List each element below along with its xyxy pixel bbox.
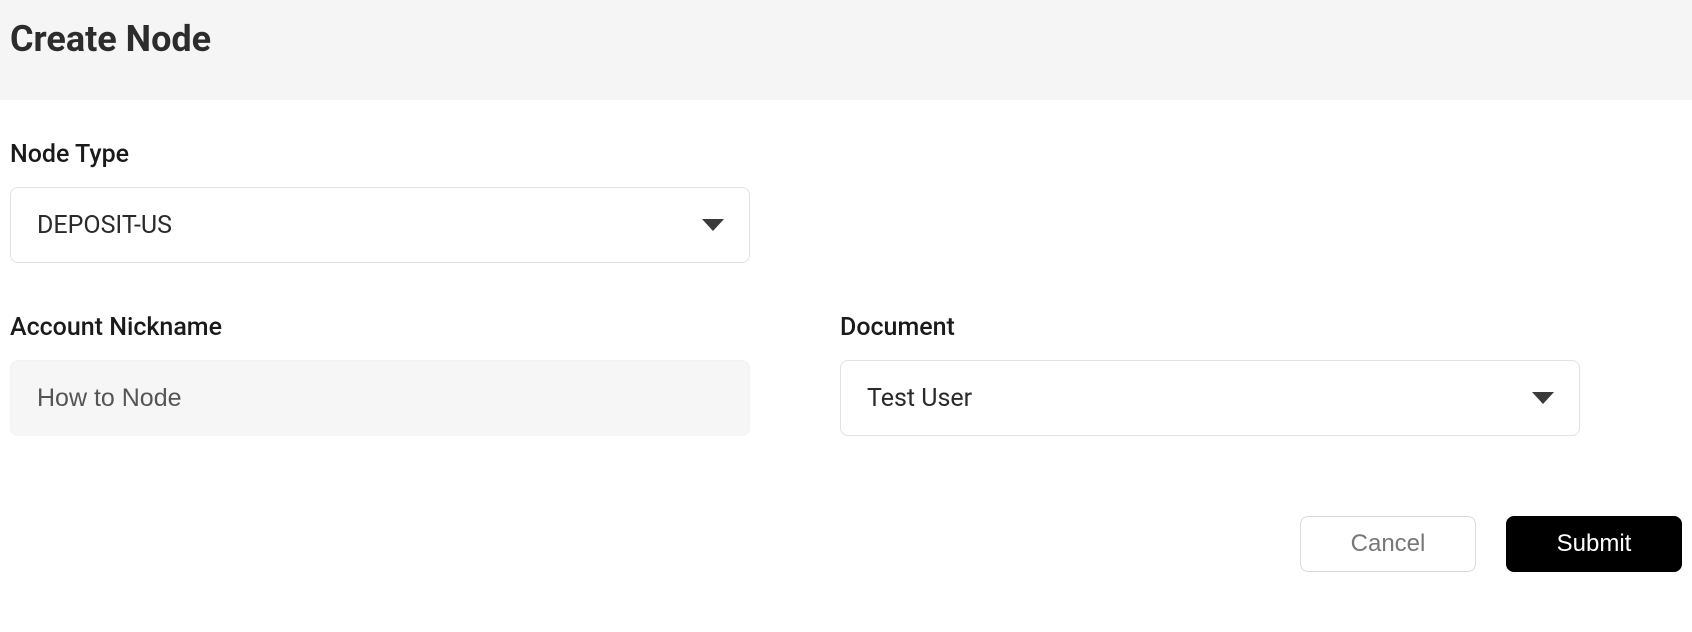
document-field: Document Test User <box>840 313 1580 436</box>
account-nickname-field: Account Nickname <box>10 313 750 436</box>
submit-button[interactable]: Submit <box>1506 516 1682 572</box>
node-type-value: DEPOSIT-US <box>37 211 172 240</box>
button-row: Cancel Submit <box>0 496 1692 582</box>
document-select[interactable]: Test User <box>840 360 1580 436</box>
document-select-wrap: Test User <box>840 360 1580 436</box>
form-area: Node Type DEPOSIT-US Account Nickname Do… <box>0 100 1692 496</box>
node-type-label: Node Type <box>10 140 750 169</box>
account-nickname-input[interactable] <box>10 360 750 436</box>
cancel-button[interactable]: Cancel <box>1300 516 1476 572</box>
form-row-2: Account Nickname Document Test User <box>10 313 1682 436</box>
node-type-select-wrap: DEPOSIT-US <box>10 187 750 263</box>
document-value: Test User <box>867 384 972 413</box>
document-label: Document <box>840 313 1580 342</box>
node-type-field: Node Type DEPOSIT-US <box>10 140 750 263</box>
node-type-select[interactable]: DEPOSIT-US <box>10 187 750 263</box>
account-nickname-label: Account Nickname <box>10 313 750 342</box>
form-row-1: Node Type DEPOSIT-US <box>10 140 1682 263</box>
page-title: Create Node <box>10 18 1682 60</box>
page-header: Create Node <box>0 0 1692 100</box>
